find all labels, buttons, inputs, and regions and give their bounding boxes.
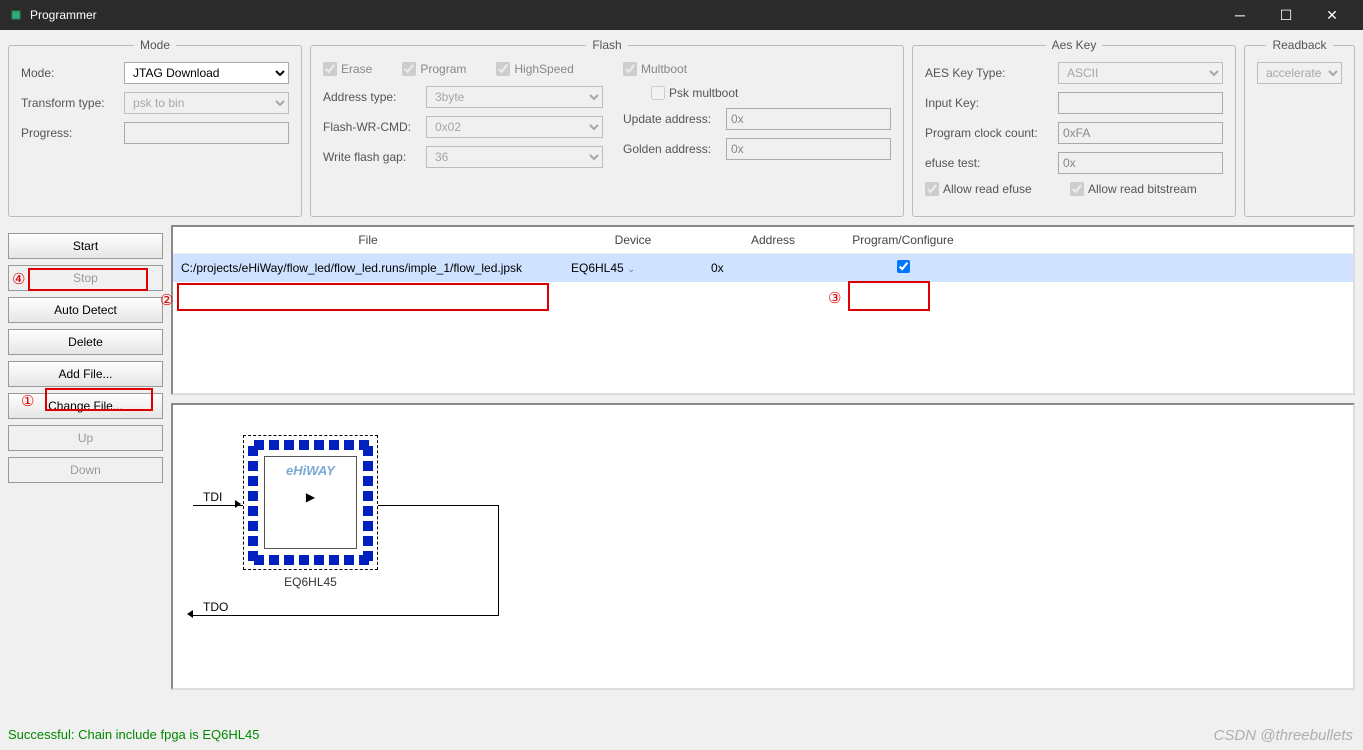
tdo-label: TDO [203, 600, 228, 614]
readback-fieldset: Readback accelerate [1244, 38, 1355, 217]
maximize-button[interactable]: ☐ [1263, 0, 1309, 30]
transform-type-select: psk to bin [124, 92, 289, 114]
col-device: Device [563, 227, 703, 254]
stop-button: Stop [8, 265, 163, 291]
flash-legend: Flash [586, 38, 627, 52]
aes-fieldset: Aes Key AES Key Type: ASCII Input Key: P… [912, 38, 1236, 217]
cell-device[interactable]: EQ6HL45 ⌄ [563, 254, 703, 283]
efuse-test-field [1058, 152, 1223, 174]
efuse-test-label: efuse test: [925, 156, 1050, 170]
watermark: CSDN @threebullets [1214, 727, 1353, 744]
allow-read-efuse-checkbox: Allow read efuse [925, 182, 1050, 196]
window-title: Programmer [30, 8, 1217, 22]
flash-wr-cmd-label: Flash-WR-CMD: [323, 120, 418, 134]
aes-key-type-label: AES Key Type: [925, 66, 1050, 80]
erase-checkbox: Erase [323, 62, 372, 76]
mode-fieldset: Mode Mode: JTAG Download Transform type:… [8, 38, 302, 217]
progress-field [124, 122, 289, 144]
col-program: Program/Configure [843, 227, 963, 254]
update-address-field [726, 108, 891, 130]
titlebar: Programmer ─ ☐ ✕ [0, 0, 1363, 30]
action-button-column: Start Stop Auto Detect Delete Add File..… [8, 225, 163, 690]
delete-button[interactable]: Delete [8, 329, 163, 355]
transform-type-label: Transform type: [21, 96, 116, 110]
chip-logo: eHiWAY [286, 463, 335, 478]
minimize-button[interactable]: ─ [1217, 0, 1263, 30]
flash-wr-cmd-select: 0x02 [426, 116, 603, 138]
update-address-label: Update address: [623, 112, 718, 126]
up-button: Up [8, 425, 163, 451]
address-type-select: 3byte [426, 86, 603, 108]
chip-outline[interactable]: eHiWAY ▶ [243, 435, 378, 570]
psk-multboot-checkbox: Psk multboot [651, 86, 746, 100]
play-icon: ▶ [306, 490, 315, 504]
cell-address[interactable]: 0x [703, 254, 843, 283]
readback-legend: Readback [1266, 38, 1332, 52]
add-file-button[interactable]: Add File... [8, 361, 163, 387]
clock-count-label: Program clock count: [925, 126, 1050, 140]
mode-select[interactable]: JTAG Download [124, 62, 289, 84]
tdi-label: TDI [203, 490, 222, 504]
aes-key-type-select: ASCII [1058, 62, 1223, 84]
golden-address-field [726, 138, 891, 160]
col-file: File [173, 227, 563, 254]
program-checkbox: Program [402, 62, 466, 76]
highspeed-checkbox: HighSpeed [496, 62, 573, 76]
input-key-field [1058, 92, 1223, 114]
mode-legend: Mode [134, 38, 176, 52]
table-row[interactable]: C:/projects/eHiWay/flow_led/flow_led.run… [173, 254, 1353, 283]
mode-label: Mode: [21, 66, 116, 80]
golden-address-label: Golden address: [623, 142, 718, 156]
program-configure-checkbox[interactable] [897, 260, 910, 273]
cell-program[interactable] [843, 254, 963, 283]
chip-body: eHiWAY ▶ [264, 456, 357, 549]
write-flash-gap-label: Write flash gap: [323, 150, 418, 164]
arrow-right-icon [235, 500, 241, 508]
change-file-button[interactable]: Change File... [8, 393, 163, 419]
auto-detect-button[interactable]: Auto Detect [8, 297, 163, 323]
arrow-left-icon [187, 610, 193, 618]
aes-legend: Aes Key [1046, 38, 1103, 52]
chip-name-label: EQ6HL45 [243, 575, 378, 589]
progress-label: Progress: [21, 126, 116, 140]
multboot-checkbox: Multboot [623, 62, 687, 76]
flash-fieldset: Flash Erase Program HighSpeed Address ty… [310, 38, 904, 217]
col-address: Address [703, 227, 843, 254]
file-table: File Device Address Program/Configure C:… [173, 227, 1353, 282]
down-button: Down [8, 457, 163, 483]
file-table-area: File Device Address Program/Configure C:… [171, 225, 1355, 395]
close-button[interactable]: ✕ [1309, 0, 1355, 30]
address-type-label: Address type: [323, 90, 418, 104]
start-button[interactable]: Start [8, 233, 163, 259]
clock-count-field [1058, 122, 1223, 144]
write-flash-gap-select: 36 [426, 146, 603, 168]
app-icon [8, 7, 24, 23]
cell-file: C:/projects/eHiWay/flow_led/flow_led.run… [173, 254, 563, 283]
status-bar: Successful: Chain include fpga is EQ6HL4… [8, 727, 259, 742]
allow-read-bitstream-checkbox: Allow read bitstream [1070, 182, 1197, 196]
chevron-down-icon: ⌄ [627, 264, 635, 275]
input-key-label: Input Key: [925, 96, 1050, 110]
readback-select: accelerate [1257, 62, 1342, 84]
jtag-chain-diagram: TDI eHiWAY ▶ EQ6HL45 TDO [171, 403, 1355, 690]
